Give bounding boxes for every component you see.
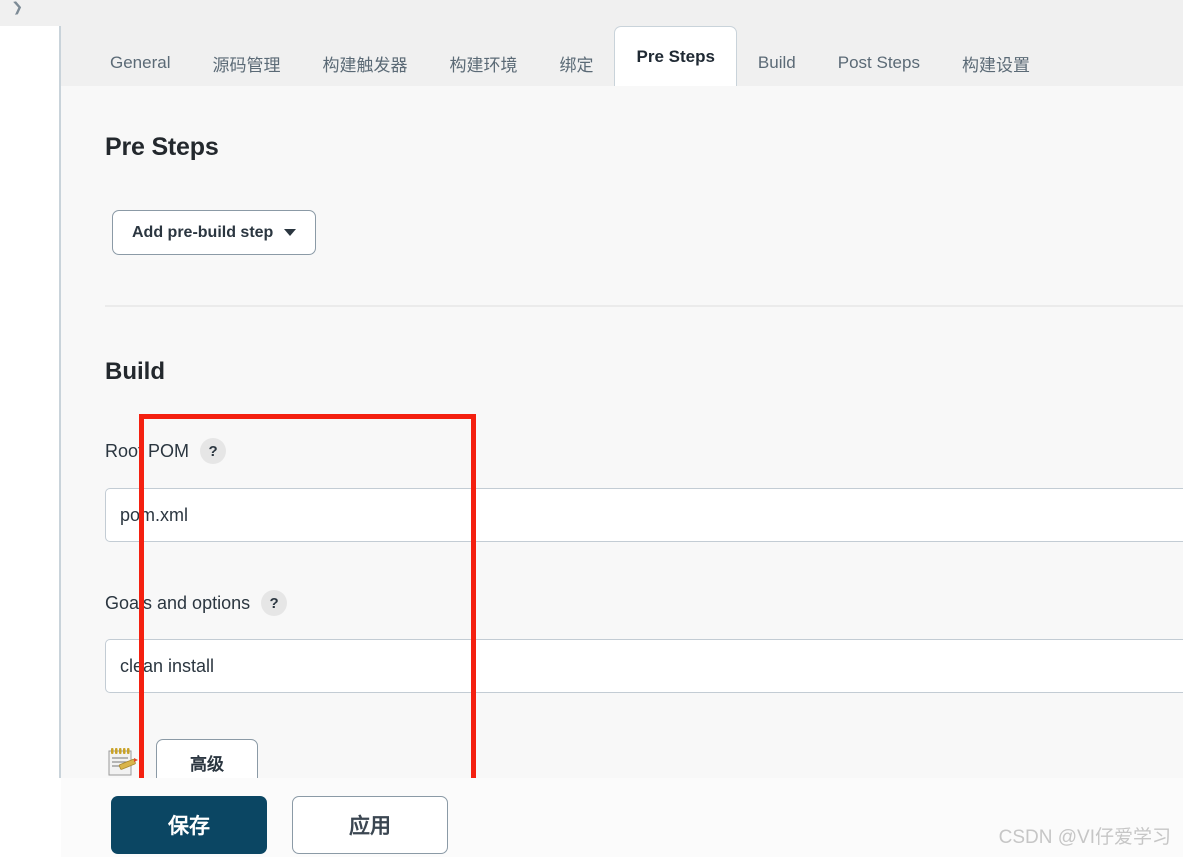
tab-label: General: [110, 53, 171, 72]
goals-and-options-input[interactable]: [105, 639, 1183, 693]
tab-build-triggers[interactable]: 构建触发器: [301, 40, 428, 86]
tab-label: 绑定: [559, 55, 594, 75]
sidebar-rail: [0, 26, 61, 857]
build-section-title: Build: [105, 358, 165, 385]
tab-label: Pre Steps: [636, 46, 715, 66]
goals-and-options-label: Goals and options: [105, 592, 251, 613]
tab-label: Build: [757, 53, 796, 72]
goals-label-group: Goals and options ?: [105, 590, 288, 616]
tab-build[interactable]: Build: [737, 40, 817, 86]
help-icon[interactable]: ?: [200, 438, 227, 464]
add-pre-build-step-button[interactable]: Add pre-build step: [112, 210, 317, 255]
tab-label: 构建触发器: [322, 55, 408, 75]
tab-label: Post Steps: [837, 53, 920, 72]
tab-label: 构建设置: [961, 55, 1030, 75]
help-icon[interactable]: ?: [261, 590, 288, 616]
tab-bar: General 源码管理 构建触发器 构建环境 绑定 Pre Steps Bui…: [61, 26, 1183, 86]
page-title: Pre Steps: [105, 133, 219, 161]
tab-pre-steps[interactable]: Pre Steps: [614, 26, 737, 86]
add-pre-build-step-label: Add pre-build step: [132, 223, 274, 241]
tab-label: 源码管理: [212, 55, 281, 75]
tab-label: 构建环境: [449, 55, 518, 75]
sidebar-bottom-strip: [0, 778, 61, 857]
root-pom-label: Root POM: [105, 440, 190, 461]
notepad-pencil-icon: [108, 748, 138, 776]
tab-source-control[interactable]: 源码管理: [191, 40, 301, 86]
tab-bindings[interactable]: 绑定: [538, 40, 614, 86]
chevron-down-icon: [284, 229, 297, 236]
tab-build-environment[interactable]: 构建环境: [428, 40, 538, 86]
section-divider: [105, 305, 1183, 307]
tab-build-settings[interactable]: 构建设置: [941, 40, 1051, 86]
top-strip: ❯: [0, 0, 1183, 26]
tab-general[interactable]: General: [89, 40, 191, 86]
content-panel: Pre Steps Add pre-build step Build Root …: [61, 86, 1183, 857]
apply-button[interactable]: 应用: [292, 796, 448, 854]
root-pom-input[interactable]: [105, 488, 1183, 542]
tab-post-steps[interactable]: Post Steps: [817, 40, 941, 86]
root-pom-label-group: Root POM ?: [105, 438, 227, 464]
browser-page: ❯ General 源码管理 构建触发器 构建环境 绑定 Pre Steps B…: [0, 0, 1183, 857]
save-button[interactable]: 保存: [111, 796, 267, 854]
tab-list: General 源码管理 构建触发器 构建环境 绑定 Pre Steps Bui…: [61, 26, 1051, 86]
chevron-right-icon: ❯: [10, 0, 24, 15]
advanced-button-label: 高级: [190, 754, 224, 774]
watermark: CSDN @VI仔爱学习: [998, 827, 1171, 848]
